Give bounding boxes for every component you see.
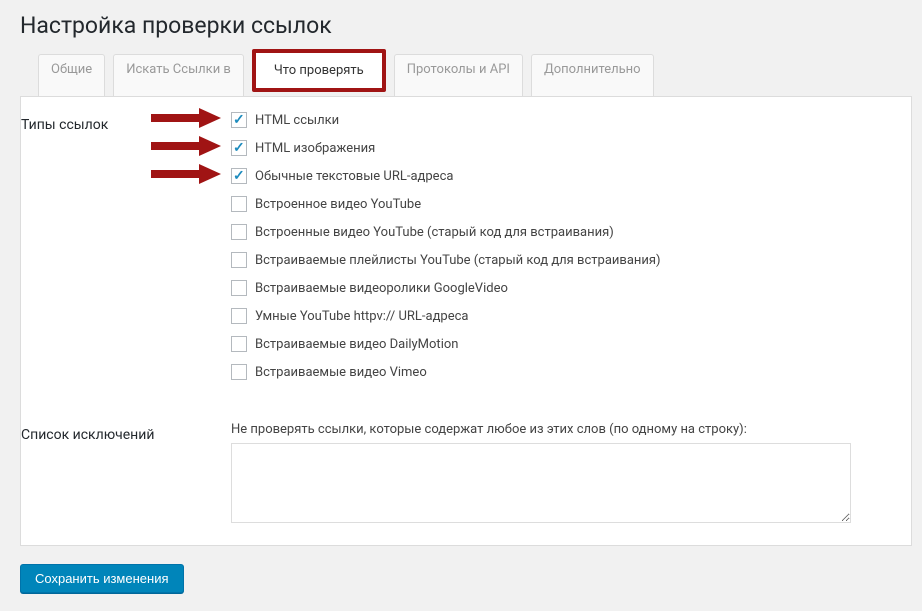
tab-protocols[interactable]: Протоколы и API — [394, 54, 523, 97]
row-yt-smart: Умные YouTube httpv:// URL-адреса — [231, 308, 901, 324]
exclusion-textarea[interactable] — [231, 443, 851, 523]
section-exclusions: Список исключений — [21, 407, 221, 542]
tabs: Общие Искать Ссылки в Что проверять Прот… — [38, 53, 902, 96]
checkbox-html-images[interactable] — [231, 140, 247, 156]
label-plain-url[interactable]: Обычные текстовые URL-адреса — [255, 169, 453, 184]
section-link-types: Типы ссылок — [21, 97, 221, 407]
label-html-links[interactable]: HTML ссылки — [255, 113, 339, 128]
settings-panel: Типы ссылок HTML ссылки HTML изображения — [20, 96, 912, 546]
label-dailymotion[interactable]: Встраиваемые видео DailyMotion — [255, 337, 458, 352]
checkbox-yt-embedded[interactable] — [231, 196, 247, 212]
label-googlevideo[interactable]: Встраиваемые видеоролики GoogleVideo — [255, 281, 508, 296]
label-yt-embedded-old[interactable]: Встроенные видео YouTube (старый код для… — [255, 225, 614, 240]
tab-advanced[interactable]: Дополнительно — [531, 54, 654, 97]
submit-wrap: Сохранить изменения — [0, 546, 922, 611]
checkbox-html-links[interactable] — [231, 112, 247, 128]
label-yt-embedded[interactable]: Встроенное видео YouTube — [255, 197, 421, 212]
row-googlevideo: Встраиваемые видеоролики GoogleVideo — [231, 280, 901, 296]
label-vimeo[interactable]: Встраиваемые видео Vimeo — [255, 365, 427, 380]
row-vimeo: Встраиваемые видео Vimeo — [231, 364, 901, 380]
checkbox-googlevideo[interactable] — [231, 280, 247, 296]
exclusion-description: Не проверять ссылки, которые содержат лю… — [231, 422, 901, 437]
checkbox-vimeo[interactable] — [231, 364, 247, 380]
checkbox-yt-smart[interactable] — [231, 308, 247, 324]
row-dailymotion: Встраиваемые видео DailyMotion — [231, 336, 901, 352]
label-yt-smart[interactable]: Умные YouTube httpv:// URL-адреса — [255, 309, 468, 324]
tab-what-check[interactable]: Что проверять — [252, 49, 386, 92]
checkbox-yt-playlist-old[interactable] — [231, 252, 247, 268]
checkbox-yt-embedded-old[interactable] — [231, 224, 247, 240]
label-html-images[interactable]: HTML изображения — [255, 141, 375, 156]
page-title: Настройка проверки ссылок — [0, 0, 922, 43]
row-plain-url: Обычные текстовые URL-адреса — [231, 168, 901, 184]
row-yt-playlist-old: Встраиваемые плейлисты YouTube (старый к… — [231, 252, 901, 268]
tab-search-links[interactable]: Искать Ссылки в — [113, 54, 244, 97]
save-button[interactable]: Сохранить изменения — [20, 564, 184, 593]
row-yt-embedded-old: Встроенные видео YouTube (старый код для… — [231, 224, 901, 240]
tab-general[interactable]: Общие — [38, 54, 105, 97]
label-yt-playlist-old[interactable]: Встраиваемые плейлисты YouTube (старый к… — [255, 253, 661, 268]
tabs-wrapper: Общие Искать Ссылки в Что проверять Прот… — [0, 53, 922, 96]
checkbox-dailymotion[interactable] — [231, 336, 247, 352]
row-html-images: HTML изображения — [231, 140, 901, 156]
row-yt-embedded: Встроенное видео YouTube — [231, 196, 901, 212]
checkbox-plain-url[interactable] — [231, 168, 247, 184]
row-html-links: HTML ссылки — [231, 112, 901, 128]
form-table: Типы ссылок HTML ссылки HTML изображения — [21, 97, 911, 542]
